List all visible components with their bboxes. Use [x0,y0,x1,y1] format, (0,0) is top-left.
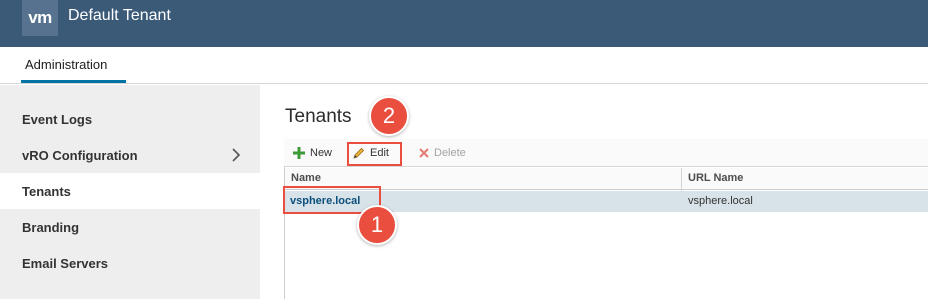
active-tab-indicator [21,80,126,83]
top-header: vm Default Tenant [0,0,928,47]
sidebar-item-label: Tenants [22,183,71,199]
tab-administration[interactable]: Administration [21,57,111,72]
edit-highlight-box [347,142,402,166]
delete-button[interactable]: Delete [419,139,466,167]
sidebar: Event Logs vRO Configuration Tenants Bra… [0,85,260,299]
sidebar-item-branding[interactable]: Branding [0,209,260,245]
sidebar-item-label: vRO Configuration [22,147,138,163]
sidebar-item-event-logs[interactable]: Event Logs [0,101,260,137]
tenant-url-name: vsphere.local [688,195,753,207]
sidebar-item-vro-configuration[interactable]: vRO Configuration [0,137,260,173]
chevron-right-icon [232,148,241,162]
sidebar-item-label: Event Logs [22,111,93,127]
column-header-url-name[interactable]: URL Name [688,172,743,184]
sidebar-item-tenants[interactable]: Tenants [0,173,260,209]
delete-x-icon [419,148,429,158]
sidebar-item-label: Branding [22,219,80,235]
new-button-label: New [310,147,333,159]
callout-badge-2: 2 [369,96,409,136]
callout-badge-1: 1 [357,205,397,245]
plus-icon [293,147,305,159]
new-button[interactable]: New [293,139,332,167]
page-title: Tenants [285,106,352,127]
sidebar-item-label: Email Servers [22,255,109,271]
logo-text: vm [28,8,52,27]
sidebar-item-email-servers[interactable]: Email Servers [0,245,260,281]
page: vm Default Tenant Administration Event L… [0,0,928,299]
delete-button-label: Delete [434,147,466,159]
vmware-logo[interactable]: vm [22,0,58,36]
tab-bar: Administration [0,47,928,84]
tenant-title: Default Tenant [68,7,171,24]
column-header-row [285,168,928,190]
column-header-name[interactable]: Name [291,172,321,184]
